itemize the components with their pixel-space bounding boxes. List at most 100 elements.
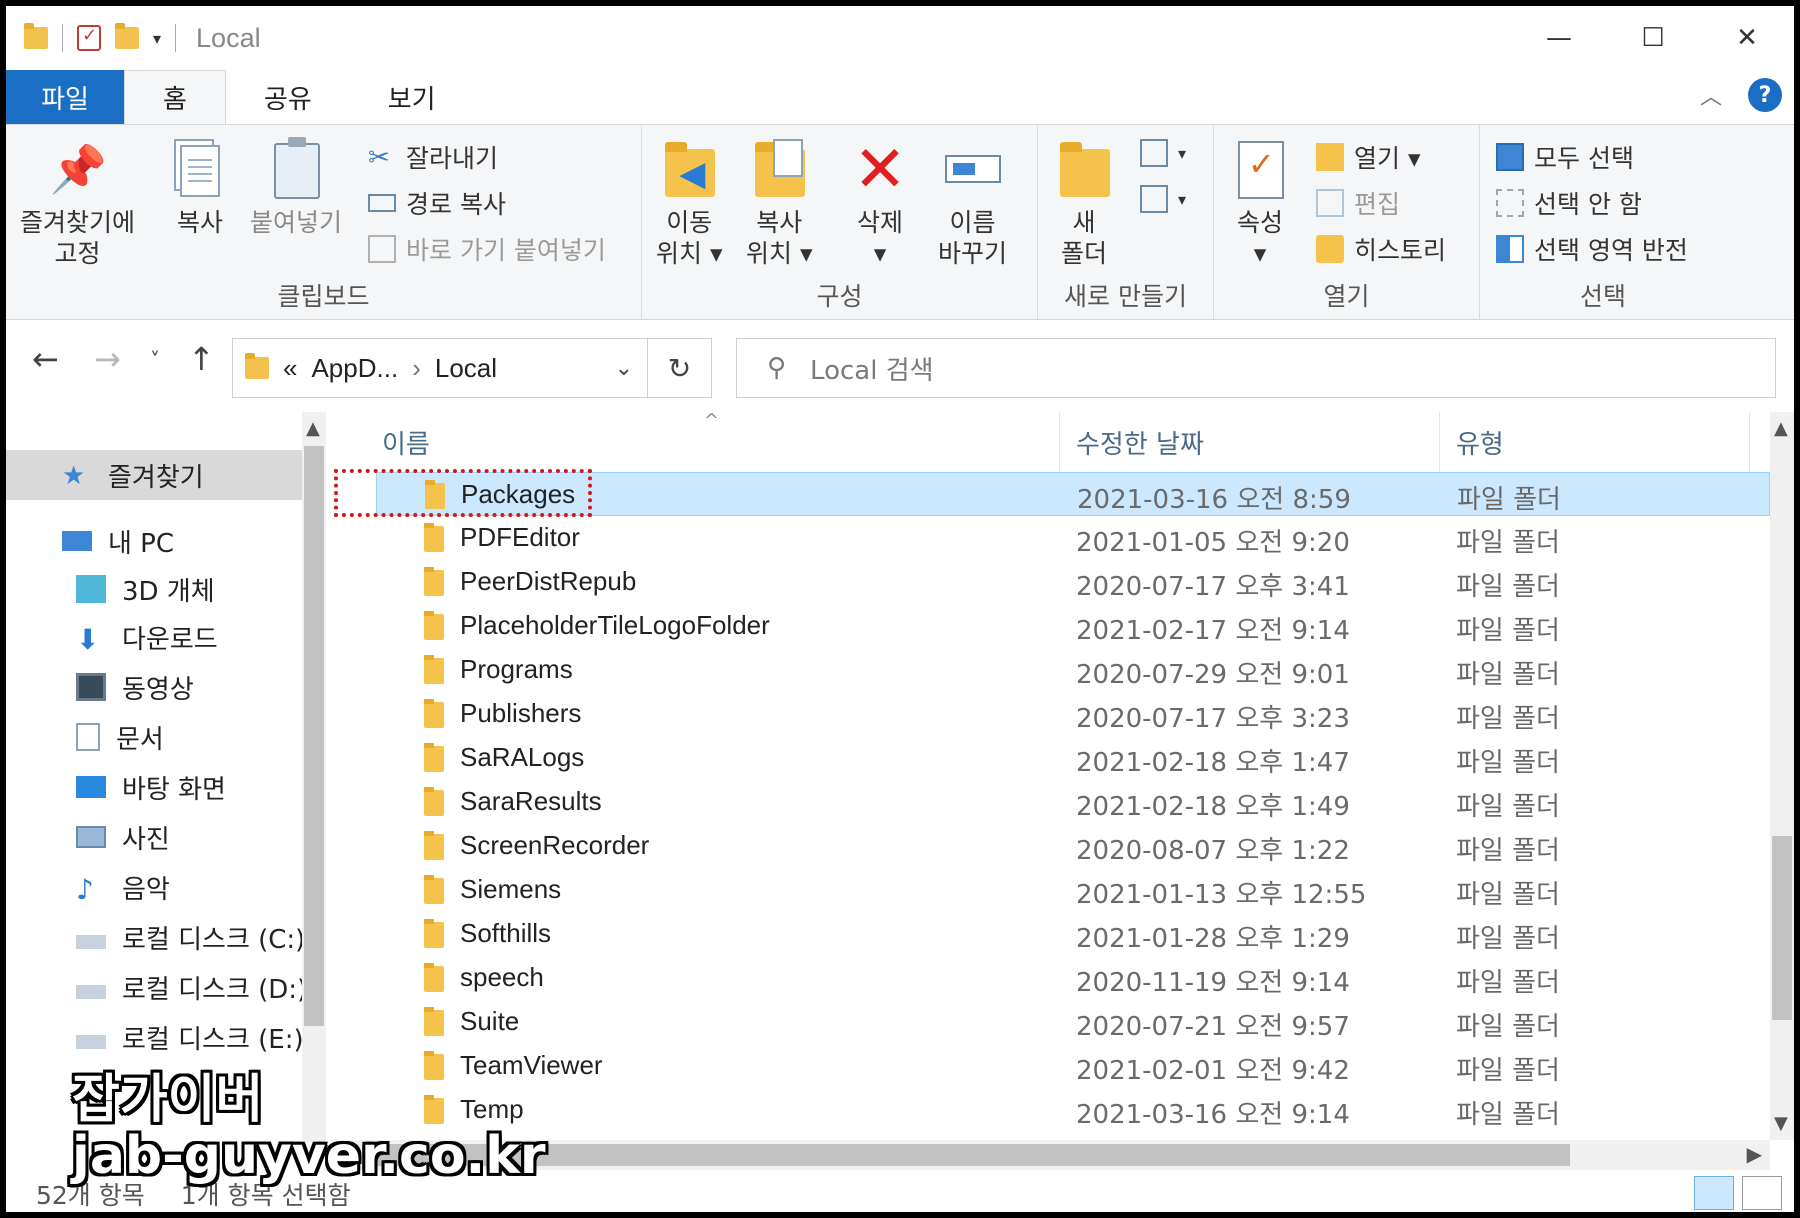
nav-item-this-pc[interactable]: 내 PC <box>6 516 302 566</box>
forward-arrow-icon[interactable]: → <box>94 340 121 378</box>
breadcrumb-separator[interactable]: › <box>412 353 421 384</box>
group-label: 새로 만들기 <box>1064 282 1187 311</box>
pin-to-quick-access-button[interactable]: 📌 즐겨찾기에 고정 <box>20 139 135 269</box>
address-bar[interactable]: « AppD... › Local ⌄ <box>232 338 648 398</box>
nav-item-drive-e[interactable]: 로컬 디스크 (E:) <box>6 1012 302 1062</box>
select-none-button[interactable]: 선택 안 함 <box>1496 185 1642 221</box>
minimize-ribbon-icon[interactable]: ︿ <box>1700 79 1722 111</box>
clipboard-group: 📌 즐겨찾기에 고정 복사 붙여넣기 ✂ 잘라내기 경로 복사 바로 가기 붙여… <box>6 125 642 321</box>
nav-item-videos[interactable]: 동영상 <box>6 662 302 712</box>
rename-button[interactable]: 이름 바꾸기 <box>938 139 1007 269</box>
scroll-up-icon[interactable]: ▲ <box>306 418 320 439</box>
help-icon[interactable]: ? <box>1748 78 1782 112</box>
tab-view[interactable]: 보기 <box>350 70 474 124</box>
easy-access-button[interactable]: ▾ <box>1140 185 1186 213</box>
details-view-button[interactable] <box>1694 1176 1734 1210</box>
table-row[interactable]: PlaceholderTileLogoFolder 2021-02-17 오전 9… <box>376 604 1770 648</box>
drive-icon <box>76 1035 106 1049</box>
close-button[interactable]: ✕ <box>1700 6 1794 70</box>
table-row[interactable]: speech 2020-11-19 오전 9:14 파일 폴더 <box>376 956 1770 1000</box>
nav-item-drive-d[interactable]: 로컬 디스크 (D:) <box>6 962 302 1012</box>
recent-locations-icon[interactable]: ˅ <box>150 348 160 372</box>
copy-button[interactable]: 복사 <box>172 139 228 238</box>
group-label: 구성 <box>816 282 863 311</box>
properties-icon[interactable] <box>77 25 101 51</box>
new-folder-button[interactable]: 새 폴더 <box>1056 139 1112 269</box>
folder-icon <box>424 699 444 728</box>
column-header-type[interactable]: 유형 <box>1440 412 1750 472</box>
scroll-up-icon[interactable]: ▲ <box>1774 418 1788 439</box>
table-row[interactable]: Siemens 2021-01-13 오후 12:55 파일 폴더 <box>376 868 1770 912</box>
table-row[interactable]: Softhills 2021-01-28 오후 1:29 파일 폴더 <box>376 912 1770 956</box>
table-row[interactable]: PeerDistRepub 2020-07-17 오후 3:41 파일 폴더 <box>376 560 1770 604</box>
table-row[interactable]: ScreenRecorder 2020-08-07 오후 1:22 파일 폴더 <box>376 824 1770 868</box>
refresh-button[interactable]: ↻ <box>648 338 712 398</box>
table-row[interactable]: Publishers 2020-07-17 오후 3:23 파일 폴더 <box>376 692 1770 736</box>
tab-home[interactable]: 홈 <box>124 70 226 124</box>
nav-item-3d-objects[interactable]: 3D 개체 <box>6 564 302 614</box>
pin-label: 즐겨찾기에 고정 <box>20 208 136 268</box>
search-input[interactable]: ⚲ Local 검색 <box>736 338 1776 398</box>
nav-item-drive-c[interactable]: 로컬 디스크 (C:) <box>6 912 302 962</box>
nav-scrollbar[interactable]: ▲ <box>302 412 326 1142</box>
column-header-name[interactable]: 이름 <box>340 412 1060 472</box>
new-item-button[interactable]: ▾ <box>1140 139 1186 167</box>
move-to-button[interactable]: ◀ 이동 위치 ▾ <box>656 139 723 269</box>
table-row[interactable]: Temp 2021-03-16 오전 9:14 파일 폴더 <box>376 1088 1770 1132</box>
history-button[interactable]: 히스토리 <box>1316 231 1446 267</box>
tab-file[interactable]: 파일 <box>6 70 124 124</box>
table-row[interactable]: Programs 2020-07-29 오전 9:01 파일 폴더 <box>376 648 1770 692</box>
nav-item-documents[interactable]: 문서 <box>6 712 302 762</box>
column-header-date[interactable]: 수정한 날짜 <box>1060 412 1440 472</box>
paste-shortcut-button[interactable]: 바로 가기 붙여넣기 <box>368 231 606 267</box>
new-folder-icon[interactable] <box>115 23 139 49</box>
copy-icon <box>172 139 228 201</box>
up-arrow-icon[interactable]: ↑ <box>188 340 215 378</box>
tab-share[interactable]: 공유 <box>226 70 350 124</box>
edit-button[interactable]: 편집 <box>1316 185 1400 221</box>
select-all-button[interactable]: 모두 선택 <box>1496 139 1634 175</box>
delete-button[interactable]: ✕ 삭제 ▾ <box>852 138 908 269</box>
table-row[interactable]: PDFEditor 2021-01-05 오전 9:20 파일 폴더 <box>376 516 1770 560</box>
paste-button[interactable]: 붙여넣기 <box>250 137 342 238</box>
table-row[interactable]: Packages 2021-03-16 오전 8:59 파일 폴더 <box>376 472 1770 516</box>
back-arrow-icon[interactable]: ← <box>32 340 59 378</box>
table-row[interactable]: SaraResults 2021-02-18 오후 1:49 파일 폴더 <box>376 780 1770 824</box>
file-name: ScreenRecorder <box>460 830 650 860</box>
properties-button[interactable]: 속성 ▾ <box>1232 139 1288 269</box>
table-row[interactable]: TeamViewer 2021-02-01 오전 9:42 파일 폴더 <box>376 1044 1770 1088</box>
minimize-button[interactable]: — <box>1512 6 1606 70</box>
invert-selection-icon <box>1496 235 1524 263</box>
nav-item-music[interactable]: ♪ 음악 <box>6 862 302 912</box>
scrollbar-thumb[interactable] <box>370 1144 1570 1166</box>
address-dropdown-icon[interactable]: ⌄ <box>615 355 633 381</box>
folder-icon <box>424 787 444 816</box>
nav-item-downloads[interactable]: ⬇ 다운로드 <box>6 612 302 662</box>
table-row[interactable]: SaRALogs 2021-02-18 오후 1:47 파일 폴더 <box>376 736 1770 780</box>
nav-item-pictures[interactable]: 사진 <box>6 812 302 862</box>
scroll-down-icon[interactable]: ▼ <box>1774 1113 1788 1134</box>
title-bar: ▾ Local — ☐ ✕ <box>6 6 1794 70</box>
nav-item-desktop[interactable]: 바탕 화면 <box>6 762 302 812</box>
breadcrumb-local[interactable]: Local <box>435 353 497 384</box>
cut-button[interactable]: ✂ 잘라내기 <box>368 139 498 175</box>
invert-selection-button[interactable]: 선택 영역 반전 <box>1496 231 1688 267</box>
nav-item-favorites[interactable]: ★ 즐겨찾기 <box>6 450 302 500</box>
table-row[interactable]: Suite 2020-07-21 오전 9:57 파일 폴더 <box>376 1000 1770 1044</box>
ribbon-tabs: 파일 홈 공유 보기 ︿ ? <box>6 70 1794 124</box>
copy-to-button[interactable]: 복사 위치 ▾ <box>746 139 813 269</box>
scroll-right-icon[interactable]: ▶ <box>1747 1142 1762 1166</box>
large-icons-view-button[interactable] <box>1742 1176 1782 1210</box>
open-button[interactable]: 열기 ▾ <box>1316 139 1421 175</box>
breadcrumb-appdata[interactable]: AppD... <box>311 353 398 384</box>
content-scrollbar[interactable]: ▲ ▼ <box>1770 412 1794 1140</box>
scrollbar-thumb[interactable] <box>1772 836 1792 1020</box>
scrollbar-thumb[interactable] <box>304 446 324 1026</box>
maximize-button[interactable]: ☐ <box>1606 6 1700 70</box>
file-name: Packages <box>461 479 576 509</box>
file-name: Programs <box>460 654 573 684</box>
copy-path-button[interactable]: 경로 복사 <box>368 185 506 221</box>
breadcrumb-overflow[interactable]: « <box>283 353 297 384</box>
customize-toolbar-icon[interactable]: ▾ <box>153 29 161 48</box>
horizontal-scrollbar[interactable]: ▶ <box>340 1140 1770 1170</box>
